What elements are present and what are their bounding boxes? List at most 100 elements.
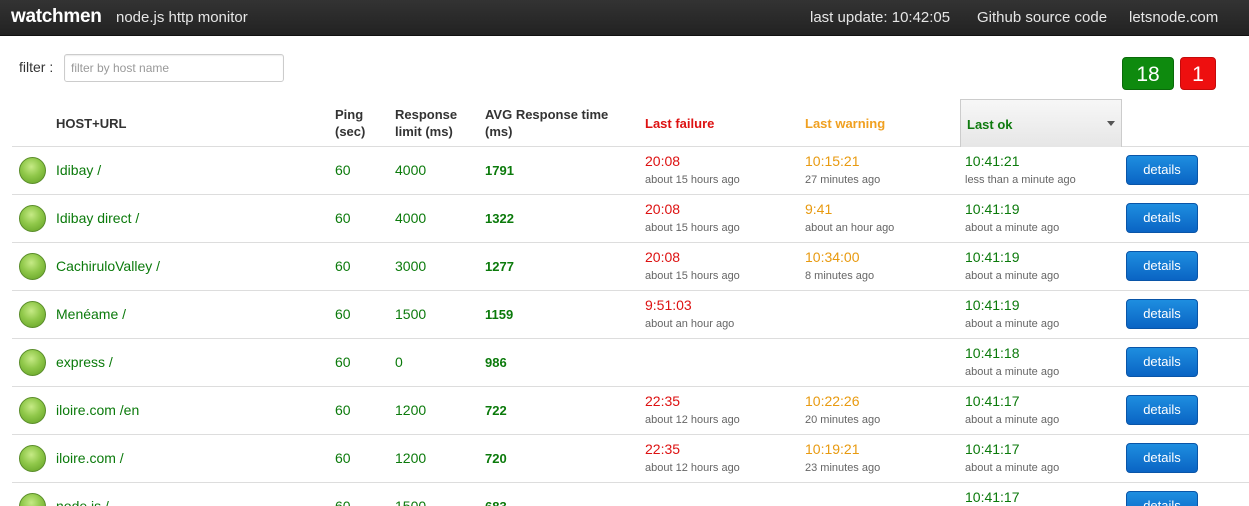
status-ok-icon: [19, 253, 46, 280]
table-row: iloire.com /en 60 1200 722 22:35 about 1…: [12, 387, 1249, 435]
last-ok-ago: about a minute ago: [965, 270, 1060, 282]
limit-value: 1500: [395, 306, 427, 322]
column-host[interactable]: HOST+URL: [56, 115, 126, 132]
column-avg-line2: (ms): [485, 124, 513, 139]
sort-desc-icon: [1107, 121, 1115, 126]
last-failure-ago: about 15 hours ago: [645, 174, 740, 186]
avg-value: 720: [485, 451, 507, 466]
status-ok-icon: [19, 445, 46, 472]
last-ok-time: 10:41:19: [965, 249, 1020, 265]
letsnode-link[interactable]: letsnode.com: [1129, 9, 1218, 26]
filter-input[interactable]: [64, 54, 284, 82]
brand-logo[interactable]: watchmen: [11, 6, 102, 28]
column-avg-line1: AVG Response time: [485, 107, 609, 122]
ping-value: 60: [335, 498, 351, 506]
details-button[interactable]: details: [1126, 251, 1198, 281]
table-header: HOST+URL Ping (sec) Response limit (ms) AV…: [12, 99, 1249, 147]
limit-value: 4000: [395, 162, 427, 178]
host-url-link[interactable]: iloire.com /en: [56, 402, 139, 418]
last-warning-time: 10:19:21: [805, 441, 860, 457]
app-subtitle: node.js http monitor: [116, 9, 248, 26]
host-url-link[interactable]: CachiruloValley /: [56, 258, 160, 274]
last-ok-time: 10:41:19: [965, 297, 1020, 313]
host-url-link[interactable]: Idibay /: [56, 162, 101, 178]
host-url-link[interactable]: iloire.com /: [56, 450, 124, 466]
table-row: Menéame / 60 1500 1159 9:51:03 about an …: [12, 291, 1249, 339]
last-failure-time: 22:35: [645, 393, 681, 409]
ping-value: 60: [335, 258, 351, 274]
last-failure-ago: about 15 hours ago: [645, 222, 740, 234]
avg-value: 722: [485, 403, 507, 418]
up-count-badge: 18: [1122, 57, 1174, 90]
last-failure-ago: about 12 hours ago: [645, 414, 740, 426]
host-url-link[interactable]: express /: [56, 354, 113, 370]
details-button[interactable]: details: [1126, 395, 1198, 425]
details-button[interactable]: details: [1126, 443, 1198, 473]
last-failure-ago: about 15 hours ago: [645, 270, 740, 282]
last-ok-ago: about a minute ago: [965, 318, 1060, 330]
last-failure-time: 9:51:03: [645, 297, 692, 313]
last-ok-time: 10:41:21: [965, 153, 1020, 169]
last-warning-time: 9:41: [805, 201, 833, 217]
column-response-limit[interactable]: Response limit (ms): [395, 106, 457, 140]
last-warning-ago: 23 minutes ago: [805, 462, 881, 474]
last-ok-ago: about a minute ago: [965, 414, 1060, 426]
details-button[interactable]: details: [1126, 299, 1198, 329]
limit-value: 1200: [395, 450, 427, 466]
details-button[interactable]: details: [1126, 155, 1198, 185]
last-ok-ago: less than a minute ago: [965, 174, 1076, 186]
details-button[interactable]: details: [1126, 203, 1198, 233]
last-failure-time: 22:35: [645, 441, 681, 457]
last-warning-ago: 20 minutes ago: [805, 414, 881, 426]
last-ok-time: 10:41:18: [965, 345, 1020, 361]
ping-value: 60: [335, 450, 351, 466]
down-count-badge: 1: [1180, 57, 1216, 90]
last-warning-time: 10:15:21: [805, 153, 860, 169]
column-last-ok: Last ok: [967, 117, 1013, 132]
status-ok-icon: [19, 349, 46, 376]
last-ok-time: 10:41:19: [965, 201, 1020, 217]
column-last-ok-sorted[interactable]: Last ok: [960, 99, 1122, 147]
last-warning-time: 10:22:26: [805, 393, 860, 409]
last-ok-time: 10:41:17: [965, 441, 1020, 457]
last-ok-ago: about a minute ago: [965, 366, 1060, 378]
last-failure-time: 20:08: [645, 153, 681, 169]
host-url-link[interactable]: Menéame /: [56, 306, 126, 322]
host-url-link[interactable]: node.js /: [56, 498, 109, 506]
avg-value: 1322: [485, 211, 514, 226]
github-link[interactable]: Github source code: [977, 9, 1107, 26]
column-last-warning[interactable]: Last warning: [805, 115, 885, 132]
status-ok-icon: [19, 301, 46, 328]
column-last-failure[interactable]: Last failure: [645, 115, 714, 132]
top-navbar: watchmen node.js http monitor last updat…: [0, 0, 1249, 36]
last-warning-ago: about an hour ago: [805, 222, 895, 234]
column-ping[interactable]: Ping (sec): [335, 106, 365, 140]
table-row: express / 60 0 986 10:41:18 about a minu…: [12, 339, 1249, 387]
ping-value: 60: [335, 210, 351, 226]
column-limit-line2: limit (ms): [395, 124, 453, 139]
last-ok-ago: about a minute ago: [965, 222, 1060, 234]
limit-value: 4000: [395, 210, 427, 226]
column-ping-line1: Ping: [335, 107, 364, 122]
details-button[interactable]: details: [1126, 347, 1198, 377]
ping-value: 60: [335, 162, 351, 178]
last-failure-ago: about 12 hours ago: [645, 462, 740, 474]
ping-value: 60: [335, 354, 351, 370]
last-ok-time: 10:41:17: [965, 489, 1020, 505]
table-row: Idibay / 60 4000 1791 20:08 about 15 hou…: [12, 147, 1249, 195]
column-limit-line1: Response: [395, 107, 458, 122]
column-avg-response[interactable]: AVG Response time (ms): [485, 106, 608, 140]
ping-value: 60: [335, 306, 351, 322]
limit-value: 3000: [395, 258, 427, 274]
last-failure-time: 20:08: [645, 249, 681, 265]
host-url-link[interactable]: Idibay direct /: [56, 210, 139, 226]
last-update-text: last update: 10:42:05: [810, 9, 951, 26]
table-row: node.js / 60 1500 683 10:41:17 details: [12, 483, 1249, 506]
status-ok-icon: [19, 157, 46, 184]
details-button[interactable]: details: [1126, 491, 1198, 506]
column-ping-line2: (sec): [335, 124, 366, 139]
last-ok-time: 10:41:17: [965, 393, 1020, 409]
last-failure-ago: about an hour ago: [645, 318, 735, 330]
status-ok-icon: [19, 397, 46, 424]
avg-value: 1159: [485, 307, 514, 322]
